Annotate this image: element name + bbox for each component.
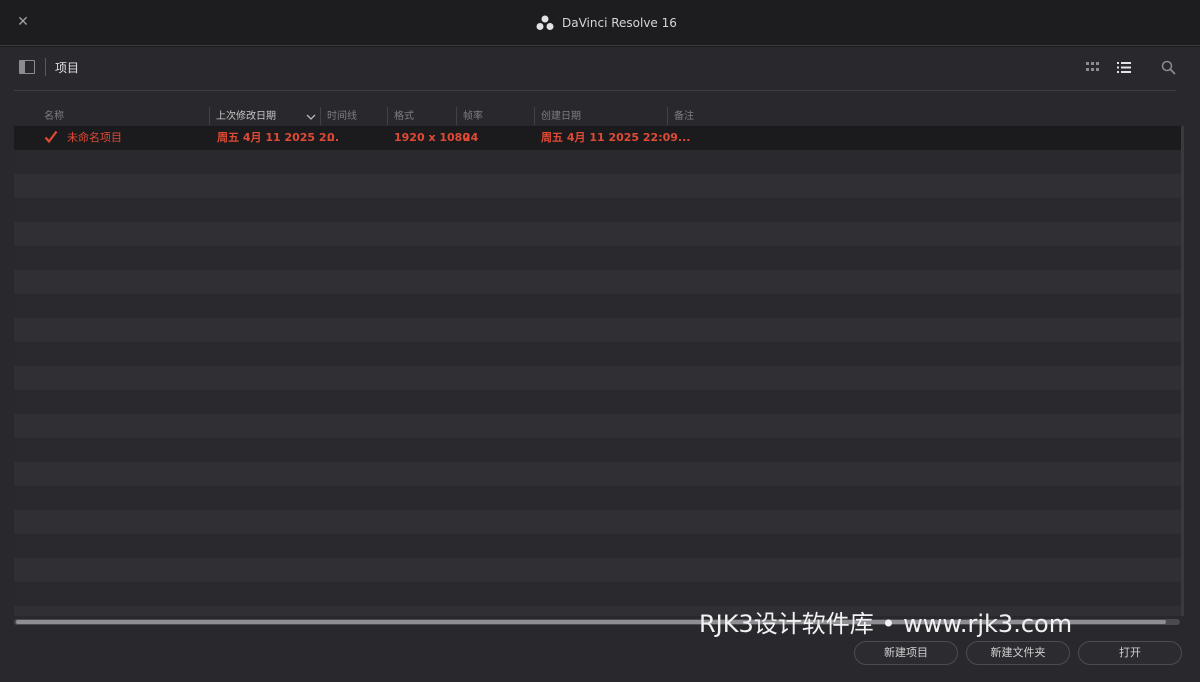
empty-row	[14, 318, 1181, 342]
column-header-format[interactable]: 格式	[394, 109, 414, 125]
column-header-modified[interactable]: 上次修改日期	[216, 109, 276, 125]
project-list-panel: 名称 上次修改日期 时间线 格式 帧率 创建日期 备注 未命名项目 周五 4月 …	[0, 89, 1200, 682]
column-divider[interactable]	[667, 107, 668, 125]
column-divider[interactable]	[387, 107, 388, 125]
empty-row	[14, 486, 1181, 510]
empty-row	[14, 510, 1181, 534]
close-button[interactable]: ✕	[14, 12, 32, 32]
empty-row	[14, 390, 1181, 414]
empty-row	[14, 414, 1181, 438]
sort-descending-icon[interactable]	[306, 113, 316, 121]
column-divider[interactable]	[534, 107, 535, 125]
title-bar: ✕ DaVinci Resolve 16	[0, 0, 1200, 46]
vertical-scrollbar[interactable]	[1181, 126, 1184, 616]
column-header-name[interactable]: 名称	[44, 109, 64, 125]
modified-date: 周五 4月 11 2025 2...	[217, 131, 340, 144]
resolve-logo-icon	[536, 15, 554, 30]
empty-row	[14, 558, 1181, 582]
column-divider[interactable]	[456, 107, 457, 125]
new-project-button[interactable]: 新建项目	[854, 641, 958, 665]
list-view-icon[interactable]	[1117, 62, 1131, 73]
format-value: 1920 x 1080	[394, 131, 470, 144]
open-button[interactable]: 打开	[1078, 641, 1182, 665]
fps-value: 24	[463, 131, 479, 144]
toolbar-divider	[45, 58, 46, 76]
empty-row	[14, 198, 1181, 222]
empty-row	[14, 438, 1181, 462]
column-header-notes[interactable]: 备注	[674, 109, 694, 125]
empty-row	[14, 342, 1181, 366]
watermark-text: RJK3设计软件库 • www.rjk3.com	[699, 610, 1073, 638]
project-toolbar: 项目	[0, 47, 1200, 89]
column-header-created[interactable]: 创建日期	[541, 109, 581, 125]
column-divider[interactable]	[320, 107, 321, 125]
app-title: DaVinci Resolve 16	[536, 13, 677, 33]
empty-row	[14, 270, 1181, 294]
empty-row	[14, 462, 1181, 486]
toolbar-title: 项目	[55, 61, 80, 75]
empty-row	[14, 150, 1181, 174]
window-title: DaVinci Resolve 16	[562, 16, 677, 30]
column-header-fps[interactable]: 帧率	[463, 109, 483, 125]
search-icon[interactable]	[1161, 60, 1176, 75]
empty-row	[14, 366, 1181, 390]
panel-toggle-icon[interactable]	[19, 60, 35, 74]
grid-view-icon[interactable]	[1086, 62, 1100, 73]
empty-row	[14, 534, 1181, 558]
column-header-timelines[interactable]: 时间线	[327, 109, 357, 125]
empty-row	[14, 174, 1181, 198]
created-date: 周五 4月 11 2025 22:09...	[541, 131, 691, 144]
check-icon	[44, 130, 58, 144]
project-table: 未命名项目 周五 4月 11 2025 2... 0 1920 x 1080 2…	[14, 126, 1181, 616]
column-divider[interactable]	[209, 107, 210, 125]
empty-row	[14, 582, 1181, 606]
new-folder-button[interactable]: 新建文件夹	[966, 641, 1070, 665]
project-name: 未命名项目	[67, 131, 122, 144]
empty-row	[14, 246, 1181, 270]
empty-row	[14, 294, 1181, 318]
empty-row	[14, 222, 1181, 246]
timeline-count: 0	[327, 131, 335, 144]
table-row[interactable]: 未命名项目 周五 4月 11 2025 2... 0 1920 x 1080 2…	[14, 126, 1181, 150]
divider	[14, 90, 1176, 91]
